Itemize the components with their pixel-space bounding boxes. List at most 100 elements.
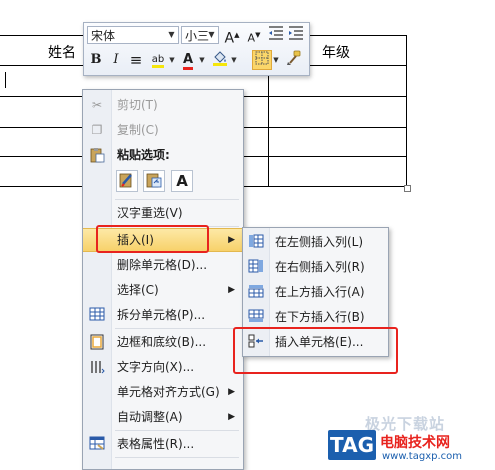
menu-item-select[interactable]: 选择(C) ▶ bbox=[83, 278, 243, 302]
table-border-right bbox=[406, 35, 407, 187]
shading-button[interactable] bbox=[210, 50, 230, 70]
watermark-url: www.tagxp.com bbox=[382, 451, 462, 462]
chevron-down-icon[interactable]: ▼ bbox=[206, 28, 217, 42]
menu-item-label: 单元格对齐方式(G) bbox=[117, 385, 220, 399]
menu-item-cut[interactable]: ✂ 剪切(T) bbox=[83, 93, 243, 117]
paint-bucket-icon bbox=[213, 51, 227, 66]
increase-indent-icon bbox=[289, 26, 303, 40]
menu-item-copy[interactable]: ❐ 复制(C) bbox=[83, 118, 243, 142]
submenu-arrow-icon: ▶ bbox=[228, 285, 235, 295]
menu-item-label: 文字方向(X)... bbox=[117, 360, 195, 374]
decrease-indent-icon bbox=[269, 26, 283, 40]
submenu-item-insert-row-below[interactable]: 在下方插入行(B) bbox=[243, 305, 388, 329]
menu-item-cell-alignment[interactable]: 单元格对齐方式(G) ▶ bbox=[83, 380, 243, 404]
menu-item-label: 选择(C) bbox=[117, 283, 159, 297]
italic-icon: I bbox=[113, 52, 119, 67]
mini-toolbar: 宋体 ▼ 小三 ▼ A▲ A▼ B I ≡ ab ▼ A ▼ ▼ ▼ bbox=[83, 22, 310, 76]
insert-row-below-icon bbox=[248, 309, 264, 325]
table-properties-icon bbox=[89, 436, 105, 452]
keep-source-formatting-icon bbox=[119, 173, 132, 188]
keep-source-formatting-button[interactable] bbox=[116, 170, 138, 192]
center-button[interactable]: ≡ bbox=[126, 50, 146, 70]
watermark-tag-logo: TAG bbox=[328, 430, 376, 460]
page-border-icon bbox=[89, 334, 105, 350]
menu-separator bbox=[115, 199, 239, 200]
menu-item-label: 删除单元格(D)... bbox=[117, 258, 208, 272]
menu-item-label: 自动调整(A) bbox=[117, 410, 183, 424]
paste-options-header: 粘贴选项: bbox=[83, 143, 243, 167]
grow-font-icon: A bbox=[224, 30, 235, 47]
menu-item-autofit[interactable]: 自动调整(A) ▶ bbox=[83, 405, 243, 429]
submenu-arrow-icon: ▶ bbox=[228, 235, 235, 245]
submenu-arrow-icon: ▶ bbox=[228, 412, 235, 422]
keep-text-only-button[interactable]: A bbox=[171, 170, 193, 192]
format-painter-button[interactable] bbox=[284, 50, 304, 70]
submenu-item-insert-column-left[interactable]: 在左侧插入列(L) bbox=[243, 230, 388, 254]
font-color-icon: A bbox=[182, 52, 194, 70]
scissors-icon: ✂ bbox=[91, 98, 103, 112]
chevron-down-icon[interactable]: ▼ bbox=[166, 28, 177, 42]
annotation-box-insert bbox=[96, 225, 209, 253]
submenu-arrow-icon: ▶ bbox=[228, 387, 235, 397]
menu-item-label: 在右侧插入列(R) bbox=[275, 260, 365, 274]
font-color-button[interactable]: A bbox=[178, 50, 198, 70]
insert-column-right-icon bbox=[248, 259, 264, 275]
font-size-combo[interactable]: 小三 ▼ bbox=[181, 26, 219, 44]
increase-indent-button[interactable] bbox=[286, 25, 306, 45]
submenu-item-insert-row-above[interactable]: 在上方插入行(A) bbox=[243, 280, 388, 304]
chevron-down-icon[interactable]: ▼ bbox=[230, 50, 238, 70]
menu-item-label: 汉字重选(V) bbox=[117, 206, 183, 220]
keep-text-only-icon: A bbox=[176, 172, 188, 190]
menu-separator bbox=[115, 457, 239, 458]
watermark-site-name: 电脑技术网 bbox=[380, 435, 450, 451]
menu-item-split-cells[interactable]: 拆分单元格(P)... bbox=[83, 303, 243, 327]
highlight-button[interactable]: ab bbox=[148, 50, 168, 70]
menu-item-label: 复制(C) bbox=[117, 123, 159, 137]
insert-row-above-icon bbox=[248, 284, 264, 300]
font-name-combo[interactable]: 宋体 ▼ bbox=[87, 26, 179, 44]
clipboard-icon bbox=[89, 147, 105, 163]
menu-item-delete-cells[interactable]: 删除单元格(D)... bbox=[83, 253, 243, 277]
table-header-grade: 年级 bbox=[322, 45, 350, 61]
table-header-name: 姓名 bbox=[48, 45, 76, 61]
annotation-box-insert-cells bbox=[233, 327, 398, 374]
menu-item-label: 在左侧插入列(L) bbox=[275, 235, 364, 249]
menu-item-label: 剪切(T) bbox=[117, 98, 158, 112]
submenu-item-insert-column-right[interactable]: 在右侧插入列(R) bbox=[243, 255, 388, 279]
text-direction-icon bbox=[89, 359, 105, 375]
copy-icon: ❐ bbox=[91, 123, 103, 137]
menu-separator bbox=[115, 430, 239, 431]
menu-item-borders-shading[interactable]: 边框和底纹(B)... bbox=[83, 330, 243, 354]
decrease-indent-button[interactable] bbox=[266, 25, 286, 45]
text-cursor bbox=[5, 72, 6, 88]
context-menu: ✂ 剪切(T) ❐ 复制(C) 粘贴选项: A 汉字重选(V) 插入(I) ▶ … bbox=[82, 89, 244, 470]
menu-item-reconvert[interactable]: 汉字重选(V) bbox=[83, 201, 243, 225]
shrink-font-icon: A bbox=[247, 31, 256, 45]
menu-item-label: 边框和底纹(B)... bbox=[117, 335, 207, 349]
paste-options-title: 粘贴选项: bbox=[117, 148, 170, 162]
merge-formatting-button[interactable] bbox=[143, 170, 165, 192]
format-painter-icon bbox=[287, 50, 301, 65]
grow-font-button[interactable]: A▲ bbox=[222, 25, 242, 47]
menu-item-text-direction[interactable]: 文字方向(X)... bbox=[83, 355, 243, 379]
chevron-down-icon[interactable]: ▼ bbox=[272, 50, 280, 70]
menu-item-label: 表格属性(R)... bbox=[117, 437, 195, 451]
table-resize-handle[interactable] bbox=[404, 185, 411, 192]
menu-item-label: 拆分单元格(P)... bbox=[117, 308, 206, 322]
bold-button[interactable]: B bbox=[86, 50, 106, 70]
insert-column-left-icon bbox=[248, 234, 264, 250]
highlighter-icon: ab bbox=[151, 54, 165, 68]
font-name-value: 宋体 bbox=[91, 29, 116, 43]
chevron-down-icon[interactable]: ▼ bbox=[168, 50, 176, 70]
menu-item-label: 在上方插入行(A) bbox=[275, 285, 365, 299]
borders-button[interactable] bbox=[252, 50, 272, 70]
align-center-icon: ≡ bbox=[129, 51, 143, 69]
shrink-font-button[interactable]: A▼ bbox=[244, 25, 264, 45]
merge-formatting-icon bbox=[146, 173, 162, 188]
menu-item-label: 在下方插入行(B) bbox=[275, 310, 365, 324]
menu-item-table-properties[interactable]: 表格属性(R)... bbox=[83, 432, 243, 456]
watermark-faint-text: 极光下载站 bbox=[365, 415, 446, 433]
italic-button[interactable]: I bbox=[106, 50, 126, 70]
chevron-down-icon[interactable]: ▼ bbox=[198, 50, 206, 70]
bold-icon: B bbox=[90, 52, 102, 67]
